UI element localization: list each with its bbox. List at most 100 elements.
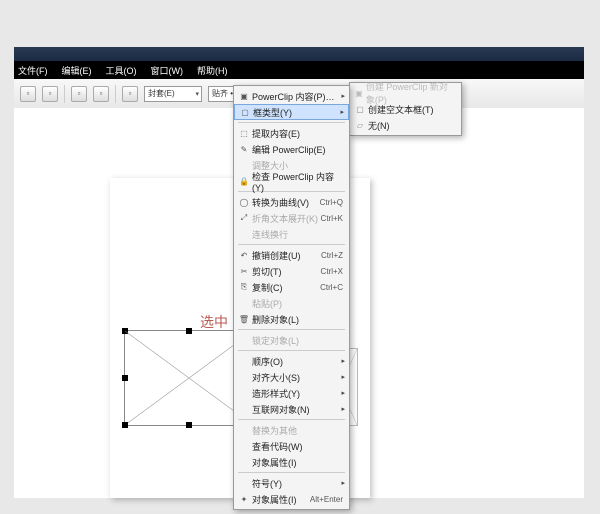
menu-label: 符号(Y): [252, 477, 343, 490]
menu-label: 锁定对象(L): [252, 334, 343, 347]
context-menu-item: 锁定对象(L): [234, 332, 349, 348]
context-menu-item[interactable]: ⬚提取内容(E): [234, 125, 349, 141]
resize-handle[interactable]: [122, 328, 128, 334]
submenu-arrow-icon: ▸: [341, 92, 345, 100]
undo-button[interactable]: ▫: [122, 86, 138, 102]
zoom-dropdown[interactable]: 封套(E): [144, 86, 202, 102]
separator: [64, 85, 65, 103]
menu-icon: 🗑: [236, 315, 252, 324]
menu-icon: ⬚: [236, 129, 252, 138]
menu-label: 替换为其他: [252, 424, 343, 437]
context-menu-item[interactable]: 对齐大小(S)▸: [234, 369, 349, 385]
submenu-item-none[interactable]: ▱ 无(N): [350, 117, 461, 133]
menu-separator: [238, 419, 345, 420]
shortcut-label: Alt+Enter: [310, 495, 343, 504]
context-menu-item[interactable]: 造形样式(Y)▸: [234, 385, 349, 401]
context-menu-item: ⤢折角文本展开(K)Ctrl+K: [234, 210, 349, 226]
copy-button[interactable]: ▫: [93, 86, 109, 102]
resize-handle[interactable]: [122, 422, 128, 428]
menu-icon: ✦: [236, 495, 252, 504]
context-menu-item[interactable]: 符号(Y)▸: [234, 475, 349, 491]
open-button[interactable]: ▫: [42, 86, 58, 102]
frame-type-submenu: ▣ 创建 PowerClip 新对象(P) ▢ 创建空文本框(T) ▱ 无(N): [349, 82, 462, 136]
context-menu-item[interactable]: 对象属性(I): [234, 454, 349, 470]
resize-handle[interactable]: [186, 422, 192, 428]
menu-label: 折角文本展开(K): [252, 212, 321, 225]
menu-label: 对象属性(I): [252, 456, 343, 469]
menu-separator: [238, 472, 345, 473]
menu-icon: ◯: [236, 198, 252, 207]
menubar: 文件(F) 编辑(E) 工具(O) 窗口(W) 帮助(H): [14, 61, 584, 79]
menu-separator: [238, 244, 345, 245]
submenu-label: 无(N): [368, 119, 390, 132]
separator: [115, 85, 116, 103]
context-menu-item[interactable]: ▢框类型(Y)▸: [234, 104, 349, 120]
menu-label: 撤销创建(U): [252, 249, 321, 262]
textframe-icon: ▢: [352, 105, 368, 114]
shortcut-label: Ctrl+Z: [321, 251, 343, 260]
menu-icon: ⎘: [236, 282, 252, 292]
menu-label: 剪切(T): [252, 265, 321, 278]
save-button[interactable]: ▫: [71, 86, 87, 102]
menu-separator: [238, 122, 345, 123]
menu-label: PowerClip 内容(P)…: [252, 90, 343, 103]
powerclip-icon: ▣: [352, 89, 366, 98]
menu-label: 连线换行: [252, 228, 343, 241]
submenu-arrow-icon: ▸: [341, 389, 345, 397]
menu-icon: ✂: [236, 267, 252, 276]
context-menu-item[interactable]: 顺序(O)▸: [234, 353, 349, 369]
menu-label: 互联网对象(N): [252, 403, 343, 416]
new-button[interactable]: ▫: [20, 86, 36, 102]
none-icon: ▱: [352, 121, 368, 130]
menu-label: 查看代码(W): [252, 440, 343, 453]
menu-edit[interactable]: 编辑(E): [62, 64, 92, 77]
titlebar[interactable]: [14, 47, 584, 61]
menu-label: 检查 PowerClip 内容(Y): [252, 170, 343, 193]
shortcut-label: Ctrl+C: [320, 283, 343, 292]
menu-label: 编辑 PowerClip(E): [252, 143, 343, 156]
menu-label: 顺序(O): [252, 355, 343, 368]
menu-file[interactable]: 文件(F): [18, 64, 48, 77]
shortcut-label: Ctrl+X: [321, 267, 343, 276]
context-menu-item[interactable]: 互联网对象(N)▸: [234, 401, 349, 417]
menu-icon: ↶: [236, 251, 252, 260]
context-menu-item[interactable]: 🔒检查 PowerClip 内容(Y): [234, 173, 349, 189]
submenu-arrow-icon: ▸: [341, 373, 345, 381]
shortcut-label: Ctrl+K: [321, 214, 343, 223]
context-menu-item[interactable]: ✎编辑 PowerClip(E): [234, 141, 349, 157]
menu-icon: ✎: [236, 145, 252, 154]
context-menu-item[interactable]: ▣PowerClip 内容(P)…▸: [234, 88, 349, 104]
context-menu: ▣PowerClip 内容(P)…▸▢框类型(Y)▸⬚提取内容(E)✎编辑 Po…: [233, 85, 350, 510]
context-menu-item: 替换为其他: [234, 422, 349, 438]
menu-window[interactable]: 窗口(W): [151, 64, 184, 77]
submenu-label: 创建空文本框(T): [368, 103, 434, 116]
context-menu-item: 粘贴(P): [234, 295, 349, 311]
menu-icon: 🔒: [236, 177, 252, 186]
context-menu-item[interactable]: ✦对象属性(I)Alt+Enter: [234, 491, 349, 507]
menu-label: 提取内容(E): [252, 127, 343, 140]
menu-tools[interactable]: 工具(O): [106, 64, 137, 77]
context-menu-item[interactable]: ⎘复制(C)Ctrl+C: [234, 279, 349, 295]
submenu-arrow-icon: ▸: [340, 108, 344, 116]
resize-handle[interactable]: [186, 328, 192, 334]
submenu-item-powerclip[interactable]: ▣ 创建 PowerClip 新对象(P): [350, 85, 461, 101]
menu-icon: ▣: [236, 92, 252, 101]
context-menu-item[interactable]: ↶撤销创建(U)Ctrl+Z: [234, 247, 349, 263]
menu-icon: ⤢: [236, 213, 252, 223]
context-menu-item[interactable]: ◯转换为曲线(V)Ctrl+Q: [234, 194, 349, 210]
context-menu-item[interactable]: 🗑删除对象(L): [234, 311, 349, 327]
menu-separator: [238, 350, 345, 351]
menu-separator: [238, 329, 345, 330]
submenu-arrow-icon: ▸: [341, 479, 345, 487]
shortcut-label: Ctrl+Q: [320, 198, 343, 207]
context-menu-item: 连线换行: [234, 226, 349, 242]
selection-label: 选中: [200, 312, 228, 332]
context-menu-item[interactable]: 查看代码(W): [234, 438, 349, 454]
context-menu-item[interactable]: ✂剪切(T)Ctrl+X: [234, 263, 349, 279]
menu-label: 造形样式(Y): [252, 387, 343, 400]
menu-help[interactable]: 帮助(H): [197, 64, 228, 77]
resize-handle[interactable]: [122, 375, 128, 381]
menu-label: 框类型(Y): [253, 106, 342, 119]
menu-label: 删除对象(L): [252, 313, 343, 326]
menu-label: 转换为曲线(V): [252, 196, 320, 209]
